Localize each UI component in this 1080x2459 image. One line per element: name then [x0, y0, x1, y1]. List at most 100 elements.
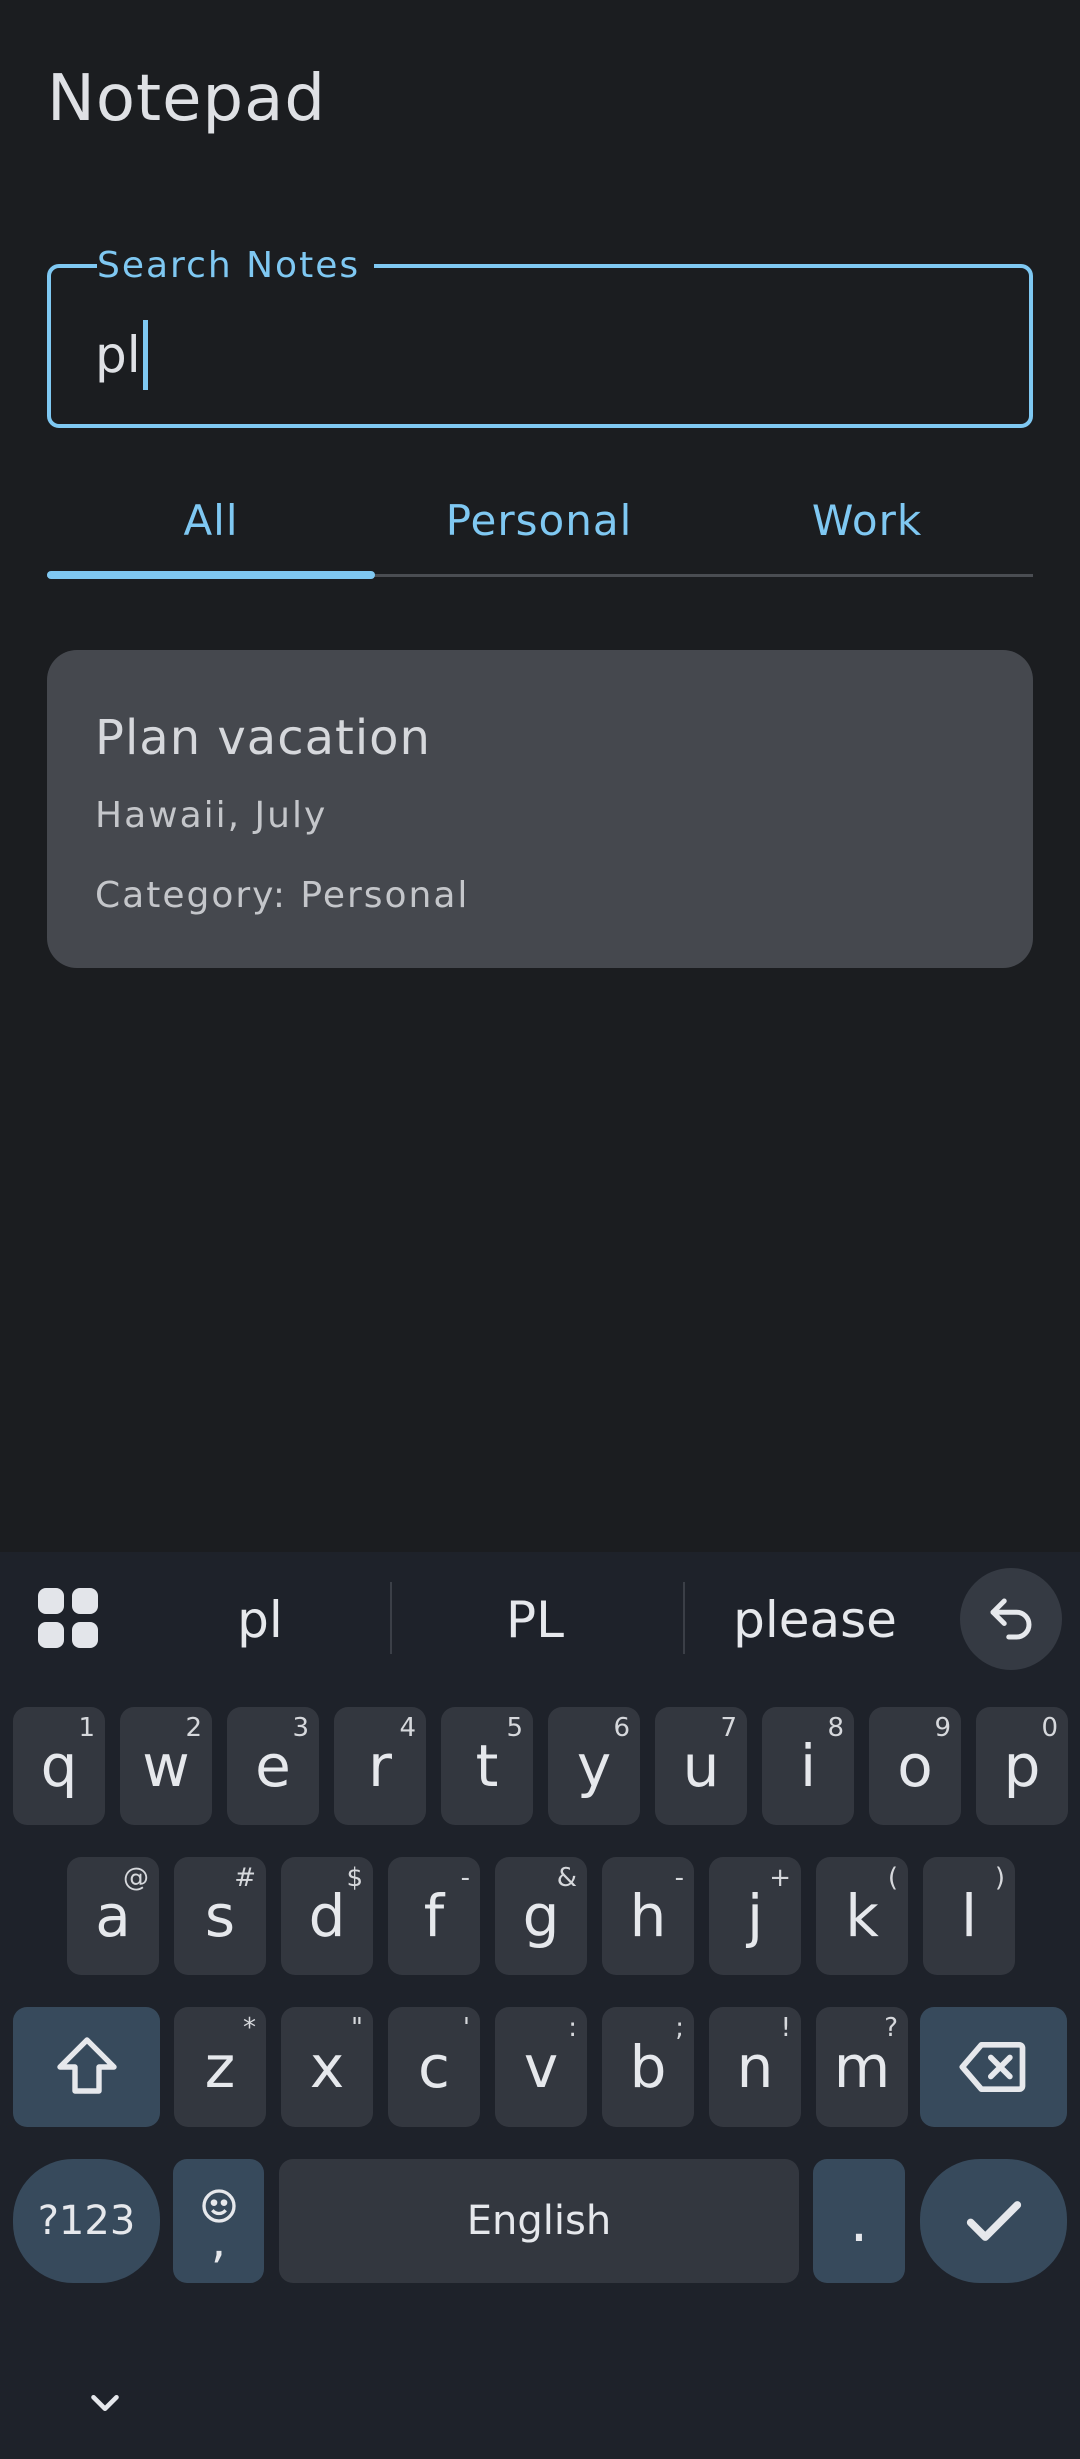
key-w[interactable]: w2 [120, 1707, 212, 1825]
key-hint: 2 [185, 1713, 202, 1743]
key-letter: u [682, 1732, 720, 1800]
key-hint: 1 [78, 1713, 95, 1743]
backspace-key[interactable] [920, 2007, 1067, 2127]
symbols-key[interactable]: ?123 [13, 2159, 160, 2283]
note-body: Hawaii, July [95, 795, 328, 836]
key-hint: ! [780, 2013, 791, 2043]
tab-all[interactable]: All [47, 470, 375, 570]
keyboard: pl PL please q1w2e3r4t5y6u7i8o9p0 a @ s # d $… [0, 1552, 1080, 2459]
key-letter: z [204, 2033, 236, 2101]
note-category: Category: Personal [95, 875, 470, 916]
apps-grid-icon[interactable] [38, 1588, 98, 1648]
key-letter: n [736, 2033, 774, 2101]
key-g[interactable]: g & [495, 1857, 587, 1975]
key-q[interactable]: q1 [13, 1707, 105, 1825]
emoji-comma-key[interactable]: , [173, 2159, 264, 2283]
checkmark-icon [966, 2201, 1021, 2241]
undo-icon[interactable] [960, 1568, 1062, 1670]
search-input[interactable] [47, 264, 1033, 428]
suggestion-2[interactable]: PL [400, 1570, 670, 1670]
key-j[interactable]: j + [709, 1857, 801, 1975]
key-t[interactable]: t5 [441, 1707, 533, 1825]
key-hint: ( [887, 1863, 898, 1893]
key-hint: 9 [934, 1713, 951, 1743]
key-letter: j [746, 1882, 764, 1950]
key-letter: o [897, 1732, 933, 1800]
shift-key[interactable] [13, 2007, 160, 2127]
note-card[interactable]: Plan vacation Hawaii, July Category: Per… [47, 650, 1033, 968]
key-hint: + [769, 1863, 791, 1893]
key-letter: q [40, 1732, 78, 1800]
period-key[interactable]: . [813, 2159, 905, 2283]
key-letter: v [523, 2033, 559, 2101]
comma-label: , [210, 2213, 227, 2269]
tab-work[interactable]: Work [703, 470, 1031, 570]
key-p[interactable]: p0 [976, 1707, 1068, 1825]
key-hint: 8 [827, 1713, 844, 1743]
suggestion-bar: pl PL please [0, 1552, 1080, 1682]
search-value[interactable]: pl [95, 320, 148, 390]
key-hint: 6 [613, 1713, 630, 1743]
key-u[interactable]: u7 [655, 1707, 747, 1825]
key-letter: p [1003, 1732, 1041, 1800]
key-letter: k [845, 1882, 879, 1950]
key-letter: c [418, 2033, 450, 2101]
search-text: pl [95, 326, 141, 384]
key-hint: - [674, 1863, 684, 1893]
key-k[interactable]: k( [816, 1857, 908, 1975]
key-l[interactable]: l) [923, 1857, 1015, 1975]
key-d[interactable]: d $ [281, 1857, 373, 1975]
key-hint: : [568, 2013, 577, 2043]
key-v[interactable]: v: [495, 2007, 587, 2127]
key-letter: m [833, 2033, 891, 2101]
key-hint: # [234, 1863, 256, 1893]
key-hint: ) [994, 1863, 1005, 1893]
key-hint: 3 [292, 1713, 309, 1743]
key-c[interactable]: c ' [388, 2007, 480, 2127]
key-m[interactable]: m? [816, 2007, 908, 2127]
enter-key[interactable] [920, 2159, 1067, 2283]
key-hint: ? [884, 2013, 898, 2043]
key-letter: w [142, 1732, 190, 1800]
key-letter: d [308, 1882, 346, 1950]
category-tabs: All Personal Work [47, 470, 1033, 580]
key-letter: l [960, 1882, 978, 1950]
chevron-down-icon[interactable] [82, 2380, 128, 2430]
key-hint: * [243, 2013, 256, 2043]
key-letter: h [629, 1882, 667, 1950]
key-letter: i [799, 1732, 817, 1800]
tab-personal[interactable]: Personal [375, 470, 703, 570]
backspace-icon [958, 2041, 1025, 2093]
key-b[interactable]: b; [602, 2007, 694, 2127]
key-i[interactable]: i8 [762, 1707, 854, 1825]
key-f[interactable]: f- [388, 1857, 480, 1975]
key-s[interactable]: s # [174, 1857, 266, 1975]
key-z[interactable]: z * [174, 2007, 266, 2127]
key-e[interactable]: e3 [227, 1707, 319, 1825]
key-hint: " [351, 2013, 363, 2043]
key-r[interactable]: r4 [334, 1707, 426, 1825]
key-letter: t [475, 1732, 499, 1800]
key-letter: f [423, 1882, 445, 1950]
key-x[interactable]: x " [281, 2007, 373, 2127]
shift-icon [56, 2037, 117, 2094]
key-hint: 7 [720, 1713, 737, 1743]
key-y[interactable]: y6 [548, 1707, 640, 1825]
tab-indicator [47, 571, 375, 579]
suggestion-1[interactable]: pl [125, 1570, 395, 1670]
key-hint: 0 [1041, 1713, 1058, 1743]
key-hint: 5 [506, 1713, 523, 1743]
key-letter: g [522, 1882, 560, 1950]
key-a[interactable]: a @ [67, 1857, 159, 1975]
suggestion-3[interactable]: please [680, 1570, 950, 1670]
app-title: Notepad [47, 62, 326, 136]
key-n[interactable]: n! [709, 2007, 801, 2127]
search-label: Search Notes [97, 245, 375, 286]
space-key[interactable]: English [279, 2159, 799, 2283]
key-hint: $ [346, 1863, 363, 1893]
key-hint: @ [123, 1863, 149, 1893]
note-title: Plan vacation [95, 710, 431, 766]
key-o[interactable]: o9 [869, 1707, 961, 1825]
key-h[interactable]: h- [602, 1857, 694, 1975]
key-letter: y [576, 1732, 612, 1800]
